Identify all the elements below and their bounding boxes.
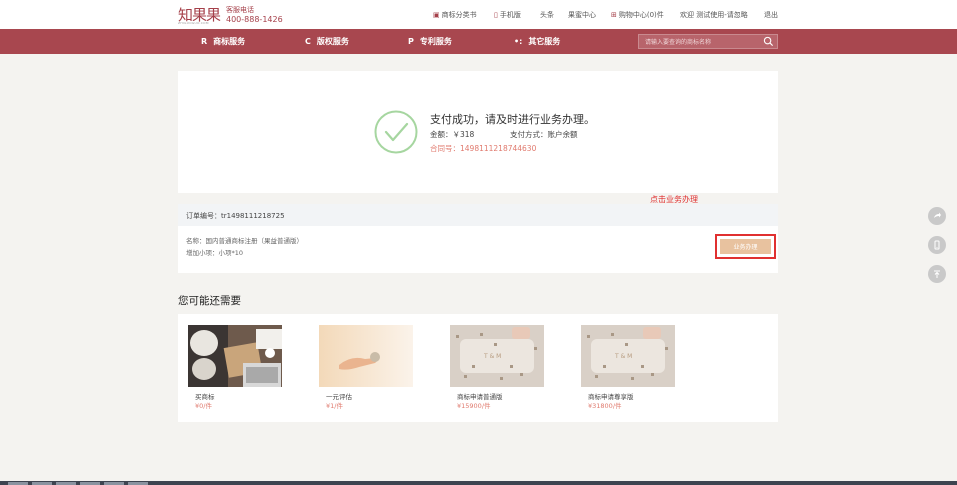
recommend-image-letters[interactable]: T & M	[581, 325, 675, 387]
recommend-item-price: ¥1/件	[326, 402, 343, 410]
nav-item-copyright[interactable]: C 版权服务	[305, 36, 349, 47]
top-links: ▣ 商标分类书 ▯ 手机版 头条 果蜜中心 ⊞ 购物中心(0)件 欢迎 测试使用-请忽…	[0, 10, 957, 20]
trademark-book-icon: ▣	[433, 11, 440, 19]
order-item-name: 名称：国内普通商标注册（果益普通版）	[186, 237, 303, 245]
recommend-item-price: ¥31800/件	[588, 402, 622, 410]
nav-item-other[interactable]: •: 其它服务	[514, 36, 560, 47]
payment-success-panel: 支付成功，请及时进行业务办理。 金额：￥318 支付方式：账户余额 合同号：14…	[178, 71, 778, 193]
mobile-icon: ▯	[494, 11, 498, 19]
top-link-mobile[interactable]: ▯ 手机版	[494, 10, 521, 20]
recommend-item-price: ¥15900/件	[457, 402, 491, 410]
search-box	[638, 34, 778, 49]
svg-text:T & M: T & M	[614, 353, 632, 360]
recommend-item-evaluation[interactable]: 一元评估 ¥1/件	[319, 325, 413, 410]
float-mobile-button[interactable]	[928, 236, 946, 254]
trademark-r-icon: R	[201, 37, 208, 46]
search-icon[interactable]	[763, 36, 774, 47]
recommend-image-coin[interactable]	[319, 325, 413, 387]
top-link-welcome-user[interactable]: 欢迎 测试使用-请忽略	[680, 10, 748, 20]
recommend-item-buy-trademark[interactable]: 买商标 ¥0/件	[188, 325, 282, 410]
search-input[interactable]	[645, 37, 763, 47]
top-link-trademark-book[interactable]: ▣ 商标分类书	[433, 10, 477, 20]
recommend-item-standard[interactable]: T & M 商标申请普通版 ¥15900/件	[450, 325, 544, 410]
other-dots-icon: •:	[514, 37, 523, 46]
copyright-c-icon: C	[305, 37, 311, 46]
top-header: 知果果 ZHIGUOGUO.COM 客服电话 400-888-1426 ▣ 商标分…	[0, 0, 957, 29]
handle-button-highlight: 业务办理	[715, 234, 776, 259]
order-panel: 订单编号：tr1498111218725 名称：国内普通商标注册（果益普通版） …	[178, 204, 778, 273]
float-back-to-top-button[interactable]	[928, 265, 946, 283]
recommend-image-letters[interactable]: T & M	[450, 325, 544, 387]
back-to-top-icon	[934, 270, 940, 278]
top-link-cart[interactable]: ⊞ 购物中心(0)件	[611, 10, 664, 20]
success-title: 支付成功，请及时进行业务办理。	[430, 113, 595, 126]
top-link-logout[interactable]: 退出	[764, 10, 778, 20]
patent-p-icon: P	[408, 37, 414, 46]
recommend-item-price: ¥0/件	[195, 402, 212, 410]
payment-method: 支付方式：账户余额	[510, 130, 578, 139]
order-extra-items: 增加小项：小项*10	[186, 249, 244, 257]
nav-item-patent[interactable]: P 专利服务	[408, 36, 452, 47]
os-taskbar	[0, 481, 957, 485]
nav-item-trademark[interactable]: R 商标服务	[201, 36, 245, 47]
order-number: 订单编号：tr1498111218725	[186, 212, 285, 220]
payment-amount: 金额：￥318	[430, 130, 475, 139]
site-logo-subtext: ZHIGUOGUO.COM	[178, 21, 209, 25]
success-check-icon	[374, 110, 418, 154]
contract-number: 合同号：1498111218744630	[430, 144, 537, 153]
recommend-panel: 买商标 ¥0/件 一元评估 ¥1/件 T & M 商标申请普通版 ¥15900/…	[178, 314, 778, 422]
recommend-title: 您可能还需要	[178, 295, 241, 307]
cart-icon: ⊞	[611, 11, 617, 19]
recommend-item-premium[interactable]: T & M 商标申请尊享版 ¥31800/件	[581, 325, 675, 410]
float-share-button[interactable]	[928, 207, 946, 225]
recommend-image-office[interactable]	[188, 325, 282, 387]
top-link-member-center[interactable]: 果蜜中心	[568, 10, 596, 20]
handle-business-button[interactable]: 业务办理	[720, 239, 771, 254]
top-link-news[interactable]: 头条	[540, 10, 554, 20]
order-header: 订单编号：tr1498111218725	[178, 204, 778, 226]
phone-icon	[934, 240, 940, 250]
share-arrow-icon	[934, 212, 941, 218]
main-nav: R 商标服务 C 版权服务 P 专利服务 •: 其它服务	[0, 29, 957, 54]
svg-text:T & M: T & M	[483, 353, 501, 360]
